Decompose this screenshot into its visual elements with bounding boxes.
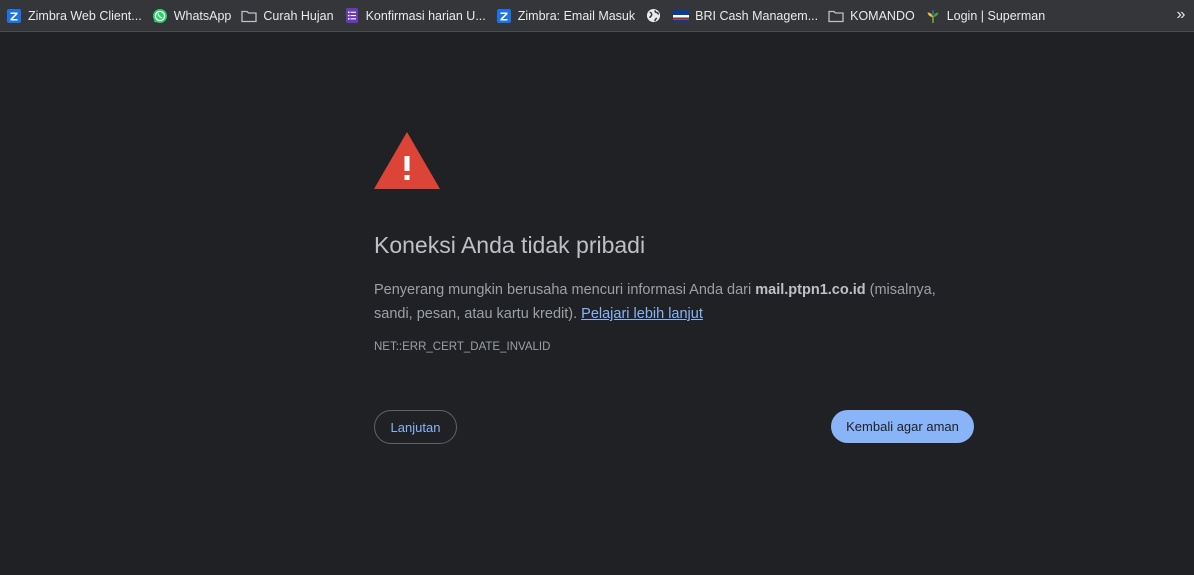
plant-logo-icon	[925, 8, 941, 24]
zimbra-icon	[6, 8, 22, 24]
page-title: Koneksi Anda tidak pribadi	[374, 232, 646, 258]
back-to-safety-button[interactable]: Kembali agar aman	[831, 410, 974, 443]
bookmark-label: Curah Hujan	[263, 8, 334, 23]
bookmark-login-superman[interactable]: Login | Superman	[923, 4, 1053, 28]
error-code: NET::ERR_CERT_DATE_INVALID	[374, 341, 551, 353]
site-domain: mail.ptpn1.co.id	[755, 282, 866, 298]
body-prefix: Penyerang mungkin berusaha mencuri infor…	[374, 282, 756, 298]
whatsapp-icon	[152, 8, 168, 24]
bookmark-bri-cash-management[interactable]: BRI Cash Managem...	[671, 4, 826, 28]
warning-triangle-icon	[374, 132, 440, 189]
bookmark-zimbra-email-masuk[interactable]: Zimbra: Email Masuk	[494, 4, 643, 28]
bookmark-folder-curah-hujan[interactable]: Curah Hujan	[239, 4, 341, 28]
globe-icon	[645, 8, 661, 24]
advanced-button[interactable]: Lanjutan	[374, 410, 457, 444]
forms-icon	[344, 8, 360, 24]
security-explanation: Penyerang mungkin berusaha mencuri infor…	[374, 278, 974, 326]
learn-more-link[interactable]: Pelajari lebih lanjut	[581, 306, 703, 322]
bookmark-zimbra-web-client[interactable]: Zimbra Web Client...	[4, 4, 150, 28]
bookmark-whatsapp[interactable]: WhatsApp	[150, 4, 240, 28]
bookmark-label: Zimbra Web Client...	[28, 8, 142, 23]
bookmarks-bar: Zimbra Web Client... WhatsApp Curah Huja…	[0, 0, 1194, 32]
bookmarks-overflow-chevron-icon[interactable]: »	[1174, 4, 1188, 26]
bookmark-label: KOMANDO	[850, 8, 915, 23]
folder-icon	[241, 8, 258, 24]
bookmark-label: Konfirmasi harian U...	[365, 8, 486, 23]
folder-icon	[828, 8, 844, 24]
bri-icon	[673, 8, 690, 24]
bookmark-konfirmasi-harian[interactable]: Konfirmasi harian U...	[342, 4, 494, 28]
bookmark-label: WhatsApp	[173, 8, 232, 23]
bookmark-folder-komando[interactable]: KOMANDO	[826, 4, 923, 28]
zimbra-icon	[496, 8, 512, 24]
bookmark-globe[interactable]	[643, 4, 671, 28]
bookmark-label: Login | Superman	[946, 8, 1046, 23]
bookmark-label: BRI Cash Managem...	[695, 8, 819, 23]
bookmark-label: Zimbra: Email Masuk	[517, 8, 636, 23]
